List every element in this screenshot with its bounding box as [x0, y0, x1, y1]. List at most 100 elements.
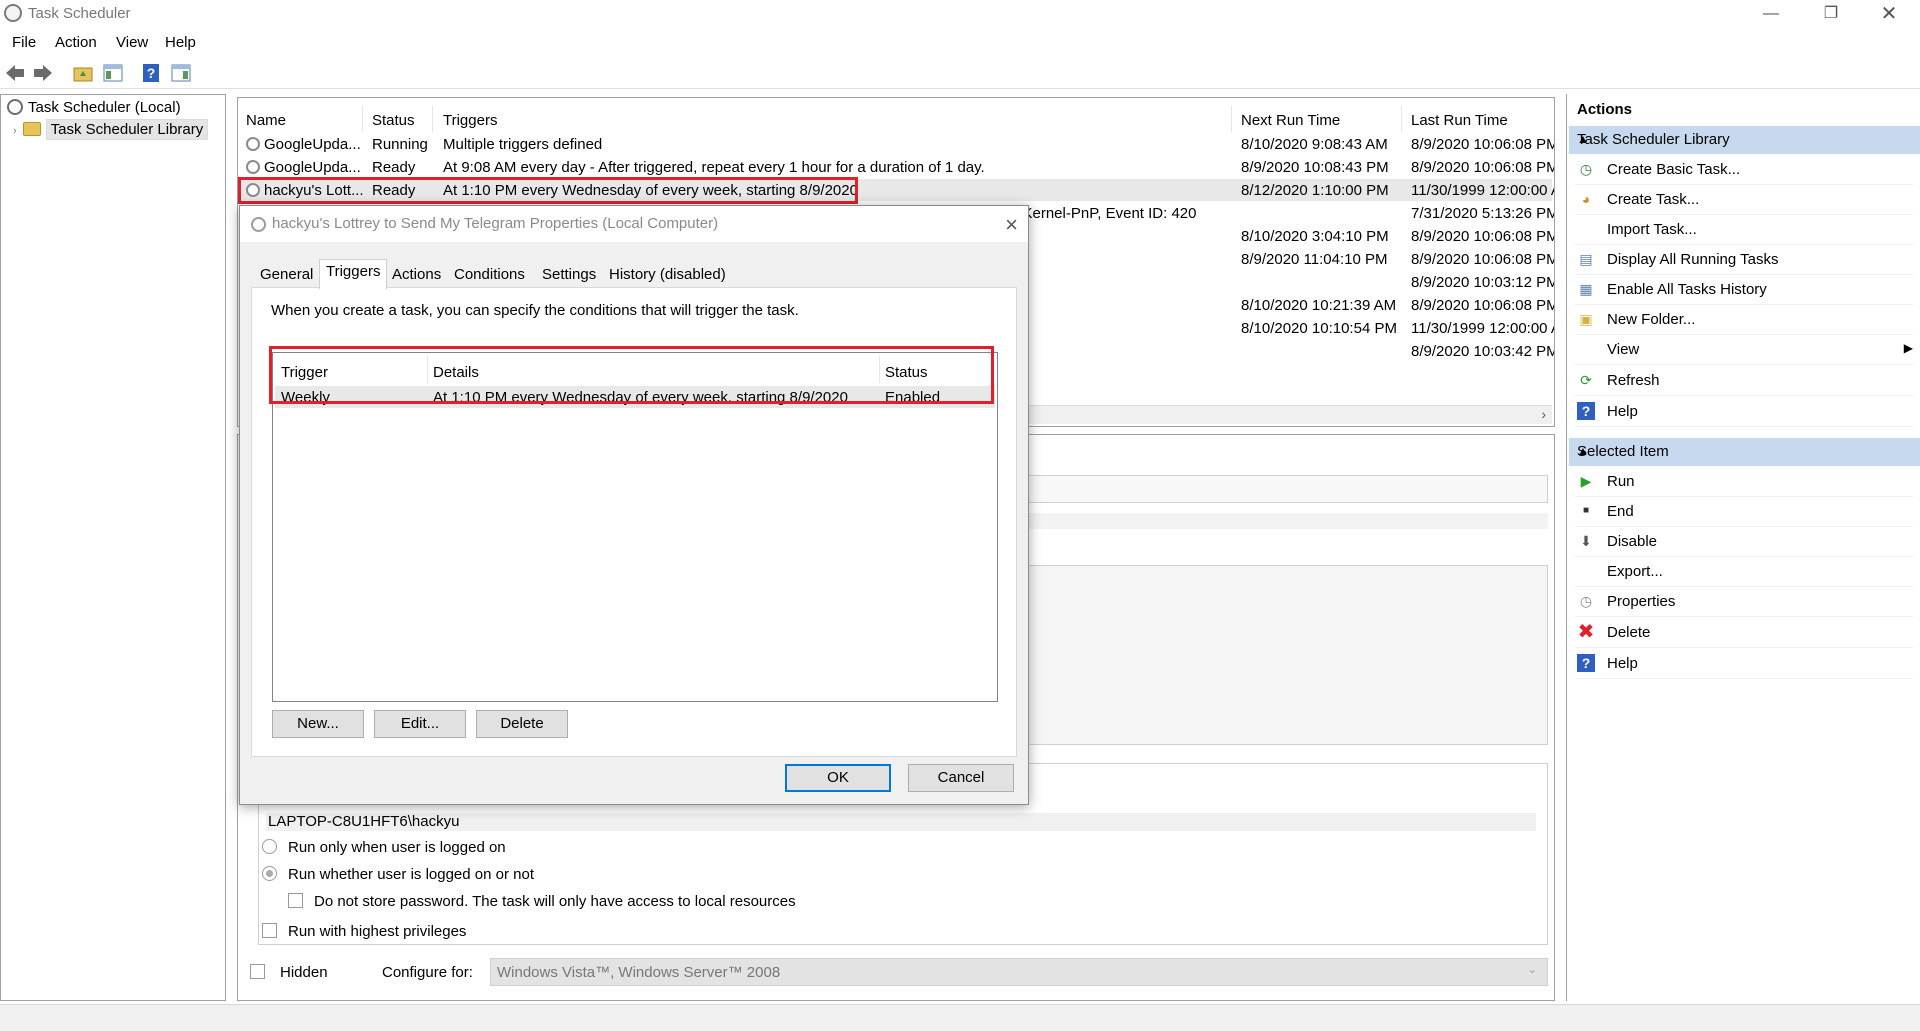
action-help[interactable]: ? Help	[1575, 398, 1913, 427]
help-icon[interactable]: ?	[140, 62, 162, 84]
show-action-pane-icon[interactable]	[170, 62, 192, 84]
action-label: Help	[1607, 655, 1638, 672]
collapse-up-icon[interactable]: ▲	[1577, 132, 1911, 146]
action-enable-history[interactable]: ▦ Enable All Tasks History	[1575, 276, 1913, 305]
action-export[interactable]: Export...	[1575, 558, 1913, 587]
task-name: GoogleUpda...	[264, 159, 361, 176]
action-label: Properties	[1607, 593, 1676, 610]
action-end[interactable]: ■ End	[1575, 498, 1913, 527]
tab-settings[interactable]: Settings	[536, 263, 602, 287]
restore-button[interactable]: ❐	[1808, 0, 1854, 30]
forward-arrow-icon[interactable]	[32, 62, 54, 84]
cancel-button[interactable]: Cancel	[908, 764, 1014, 792]
collapse-up-icon[interactable]: ▲	[1577, 444, 1911, 458]
submenu-arrow-icon: ▶	[1903, 341, 1913, 355]
action-label: Create Task...	[1607, 191, 1700, 208]
action-display-running[interactable]: ▤ Display All Running Tasks	[1575, 246, 1913, 275]
minimize-button[interactable]: —	[1748, 0, 1794, 30]
menu-action[interactable]: Action	[55, 34, 97, 51]
scroll-right-icon[interactable]: ›	[1541, 406, 1546, 422]
dialog-close-icon[interactable]: ×	[1005, 212, 1018, 238]
task-status: Ready	[372, 182, 416, 199]
action-disable[interactable]: ⬇ Disable	[1575, 528, 1913, 557]
checkbox-do-not-store-password[interactable]	[288, 893, 303, 908]
column-name[interactable]: Name	[246, 112, 286, 129]
menu-view[interactable]: View	[116, 34, 148, 51]
new-trigger-button[interactable]: New...	[272, 710, 364, 738]
tab-general[interactable]: General	[254, 263, 319, 287]
field-bar	[1028, 513, 1548, 529]
action-delete[interactable]: ✖ Delete	[1575, 619, 1913, 648]
action-create-task[interactable]: ◕ Create Task...	[1575, 186, 1913, 215]
stop-icon: ■	[1582, 505, 1590, 516]
task-triggers: At 1:10 PM every Wednesday of every week…	[443, 182, 858, 199]
task-last-run: 11/30/1999 12:00:00 AM	[1411, 182, 1554, 199]
column-status[interactable]: Status	[885, 364, 928, 381]
action-view[interactable]: View ▶	[1575, 336, 1913, 365]
close-button[interactable]: ✕	[1866, 0, 1912, 30]
section-selected-item[interactable]: Selected Item ▲	[1569, 438, 1920, 466]
chevron-right-icon[interactable]: ›	[13, 125, 17, 137]
action-create-basic-task[interactable]: ◷ Create Basic Task...	[1575, 156, 1913, 185]
task-last-run: 8/9/2020 10:06:08 PM	[1411, 228, 1555, 245]
tab-triggers[interactable]: Triggers	[319, 259, 388, 289]
action-properties[interactable]: ◷ Properties	[1575, 588, 1913, 617]
up-folder-icon[interactable]	[72, 62, 94, 84]
column-details[interactable]: Details	[433, 364, 479, 381]
menu-file[interactable]: File	[12, 34, 36, 51]
edit-trigger-button[interactable]: Edit...	[374, 710, 466, 738]
tree-item-library[interactable]: › Task Scheduler Library	[13, 119, 209, 141]
task-next-run: 8/10/2020 3:04:10 PM	[1241, 228, 1389, 245]
menu-help[interactable]: Help	[165, 34, 196, 51]
trigger-row[interactable]: Weekly At 1:10 PM every Wednesday of eve…	[275, 386, 995, 408]
column-trigger[interactable]: Trigger	[281, 364, 328, 381]
checkbox-highest-privileges[interactable]	[262, 923, 277, 938]
delete-trigger-button[interactable]: Delete	[476, 710, 568, 738]
action-new-folder[interactable]: ▣ New Folder...	[1575, 306, 1913, 335]
task-last-run: 8/9/2020 10:06:08 PM	[1411, 136, 1555, 153]
horizontal-scrollbar[interactable]: ›	[1008, 405, 1552, 424]
ok-button[interactable]: OK	[785, 764, 891, 792]
column-status[interactable]: Status	[372, 112, 415, 129]
table-row[interactable]: GoogleUpda... Running Multiple triggers …	[240, 133, 1555, 155]
action-run[interactable]: ▶ Run	[1575, 468, 1913, 497]
title-bar: Task Scheduler — ❐ ✕	[0, 0, 1920, 30]
section-library[interactable]: Task Scheduler Library ▲	[1569, 126, 1920, 154]
triggers-list: Trigger Details Status Weekly At 1:10 PM…	[272, 352, 998, 702]
chevron-down-icon: ⌄	[1527, 964, 1537, 976]
radio-run-only-logged-on[interactable]	[262, 839, 277, 854]
task-last-run: 8/9/2020 10:06:08 PM	[1411, 251, 1555, 268]
clock-icon	[246, 183, 260, 197]
task-scheduler-icon	[4, 4, 22, 22]
triggers-tab-panel: When you create a task, you can specify …	[251, 287, 1017, 757]
checkbox-hidden[interactable]	[250, 964, 265, 979]
task-properties-dialog: hackyu's Lottrey to Send My Telegram Pro…	[239, 205, 1029, 805]
tree-item-local[interactable]: Task Scheduler (Local)	[7, 99, 181, 119]
tab-conditions[interactable]: Conditions	[448, 263, 531, 287]
task-triggers: At 9:08 AM every day - After triggered, …	[443, 159, 985, 176]
task-next-run: 8/10/2020 10:21:39 AM	[1241, 297, 1397, 314]
help-icon: ?	[1577, 402, 1595, 420]
column-last-run[interactable]: Last Run Time	[1411, 112, 1508, 129]
column-triggers[interactable]: Triggers	[443, 112, 497, 129]
clock-icon	[251, 217, 266, 232]
folder-icon	[22, 122, 41, 136]
show-hide-tree-icon[interactable]	[102, 62, 124, 84]
action-help-selected[interactable]: ? Help	[1575, 650, 1913, 679]
action-label: Refresh	[1607, 372, 1660, 389]
configure-for-select[interactable]: Windows Vista™, Windows Server™ 2008 ⌄	[490, 958, 1548, 986]
action-label: Create Basic Task...	[1607, 161, 1741, 178]
back-arrow-icon[interactable]	[4, 62, 26, 84]
action-import-task[interactable]: Import Task...	[1575, 216, 1913, 245]
tab-actions[interactable]: Actions	[386, 263, 447, 287]
running-tasks-icon: ▤	[1579, 251, 1593, 267]
table-row[interactable]: GoogleUpda... Ready At 9:08 AM every day…	[240, 156, 1554, 178]
radio-run-whether-logged-on[interactable]	[262, 866, 277, 881]
field-bar	[1028, 475, 1548, 503]
column-next-run[interactable]: Next Run Time	[1241, 112, 1340, 129]
action-label: New Folder...	[1607, 311, 1696, 328]
task-next-run: 8/12/2020 1:10:00 PM	[1241, 182, 1389, 199]
tab-history[interactable]: History (disabled)	[603, 263, 732, 287]
table-row-selected[interactable]: hackyu's Lott... Ready At 1:10 PM every …	[240, 179, 1554, 201]
action-refresh[interactable]: ⟳ Refresh	[1575, 367, 1913, 396]
